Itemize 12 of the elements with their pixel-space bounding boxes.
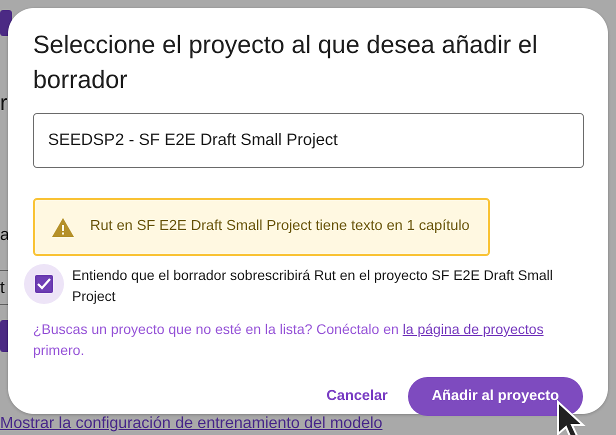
checkbox-label: Entiendo que el borrador sobrescribirá Rut en el proyecto SF E2E Draft Small Project — [72, 266, 554, 306]
hint-text: ¿Buscas un proyecto que no esté en la lista? Conéctalo en la página de proyectos primero. — [33, 320, 545, 360]
checkbox[interactable] — [35, 275, 53, 293]
add-to-project-button[interactable]: Añadir al proyecto — [408, 377, 583, 416]
project-select-field[interactable]: SEEDSP2 - SF E2E Draft Small Project — [33, 113, 584, 168]
projects-page-link[interactable]: la página de proyectos — [402, 321, 544, 337]
dialog-title: Seleccione el proyecto al que desea añadir el borrador — [33, 30, 539, 96]
background-link[interactable]: Mostrar la configuración de entrenamiento del modelo — [0, 416, 382, 432]
warning-icon — [52, 218, 74, 236]
cancel-button[interactable]: Cancelar — [314, 378, 400, 416]
background-text: r — [0, 92, 8, 114]
warning-text: Rut en SF E2E Draft Small Project tiene texto en 1 capítulo — [90, 217, 470, 236]
